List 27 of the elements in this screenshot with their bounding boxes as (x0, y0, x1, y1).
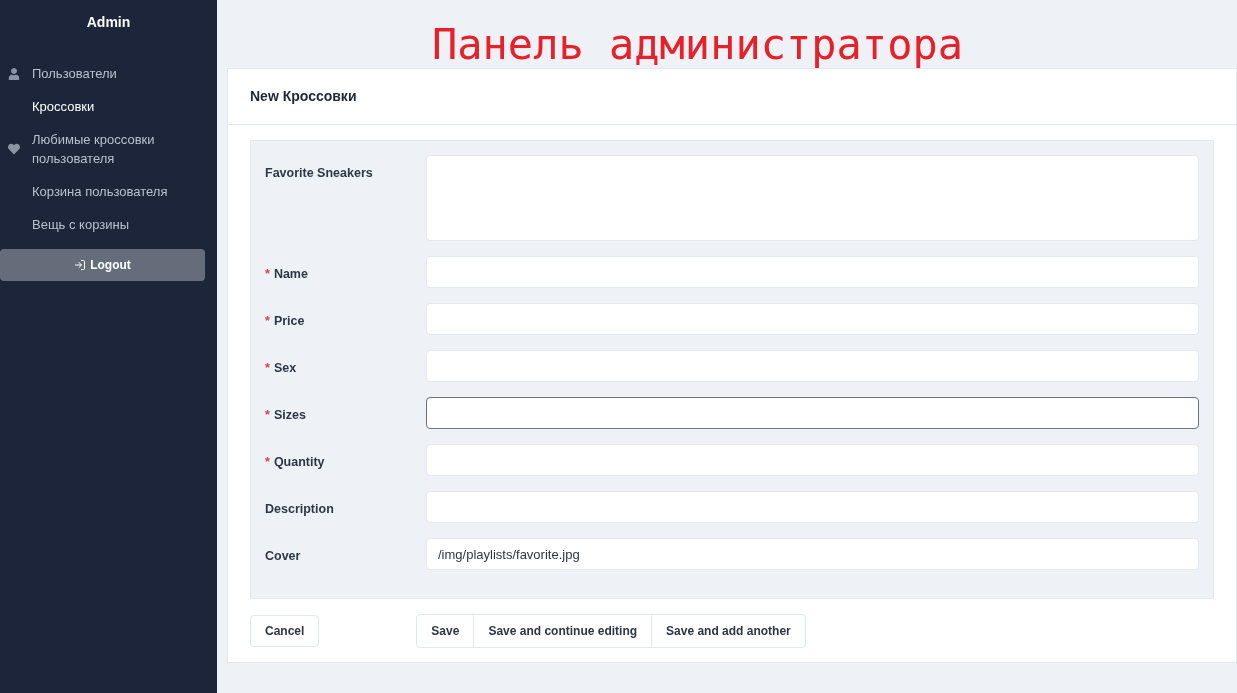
field-label: * Quantity (265, 454, 326, 471)
banner-title: Панель администратора (431, 20, 964, 70)
logout-button[interactable]: Logout (0, 249, 205, 281)
field-label: Description (265, 501, 335, 518)
field-label: Cover (265, 548, 302, 565)
sidebar-item[interactable]: Пользователи (0, 57, 217, 90)
heart-icon (8, 143, 20, 155)
cancel-button[interactable]: Cancel (250, 615, 320, 647)
sidebar-item[interactable]: Корзина пользователя (0, 175, 217, 208)
save-button[interactable]: Save and continue editing (473, 615, 652, 647)
field-label: * Sex (265, 360, 298, 377)
sidebar-item[interactable]: Вещь с корзины (0, 208, 217, 241)
save-button[interactable]: Save (417, 615, 474, 647)
field-label: * Price (265, 313, 306, 330)
field-label: Favorite Sneakers (265, 165, 374, 182)
user-icon (8, 67, 20, 80)
sidebar-title: Admin (85, 13, 132, 32)
save-button[interactable]: Save and add another (651, 615, 805, 647)
input-field[interactable]: /img/playlists/favorite.jpg (426, 538, 1199, 570)
text-area[interactable] (426, 155, 1199, 241)
form-title: New Кроссовки (228, 69, 1236, 125)
sidebar-item[interactable]: Любимые кроссовки пользователя (0, 123, 217, 175)
input-field[interactable] (426, 397, 1199, 429)
field-label: * Name (265, 266, 309, 283)
field-label: * Sizes (265, 407, 307, 424)
logout-icon (74, 259, 87, 271)
sidebar-item[interactable]: Кроссовки (0, 90, 217, 123)
